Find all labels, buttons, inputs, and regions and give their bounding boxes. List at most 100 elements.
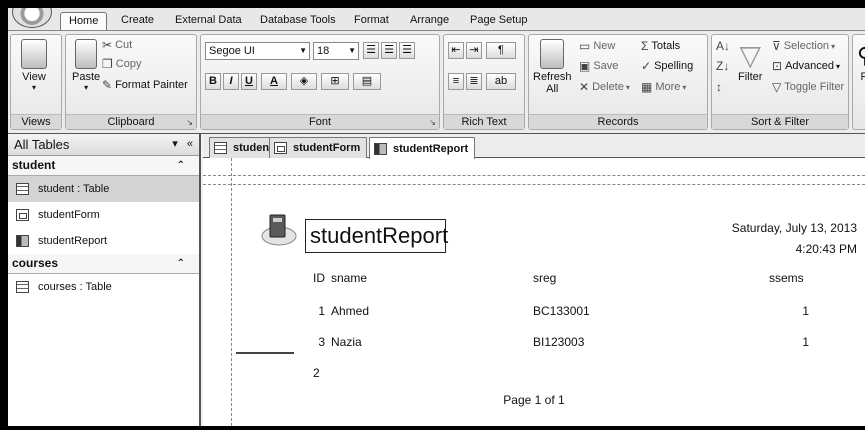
totals-button[interactable]: Σ Totals — [641, 39, 680, 53]
doc-tab-studentform[interactable]: studentForm — [269, 137, 368, 158]
rich-text-group: ⇤ ⇥ ¶ ≡ ≣ ab Rich Text — [443, 34, 525, 130]
sort-filter-group-label: Sort & Filter — [712, 114, 848, 129]
binoculars-icon: ⚲ — [857, 41, 865, 71]
nav-item-courses-table[interactable]: courses : Table — [8, 274, 199, 300]
bold-button[interactable]: B — [205, 73, 221, 90]
align-center-button[interactable]: ☰ — [381, 42, 397, 59]
spelling-check-icon: ✓ — [641, 59, 652, 73]
align-left-button[interactable]: ☰ — [363, 42, 379, 59]
form-icon — [274, 142, 287, 154]
ribbon-tab-bar: Home Create External Data Database Tools… — [8, 8, 865, 30]
bullets-button[interactable]: ≡ — [448, 73, 464, 90]
increase-indent-button[interactable]: ⇥ — [466, 42, 482, 59]
chevron-down-icon: ▼ — [348, 46, 356, 55]
toggle-filter-button[interactable]: ▽ Toggle Filter — [772, 80, 844, 94]
nav-item-student-report[interactable]: studentReport — [8, 228, 199, 254]
copy-icon: ❐ — [102, 57, 113, 71]
gridlines-button[interactable]: ⊞ — [321, 73, 349, 90]
nav-pane-controls[interactable]: ▾ « — [172, 134, 193, 155]
sort-ascending-icon: A↓ — [716, 39, 731, 53]
numbering-button[interactable]: ≣ — [466, 73, 482, 90]
align-left-icon: ☰ — [366, 44, 376, 56]
refresh-all-button[interactable]: Refresh All — [533, 39, 572, 95]
doc-tab-label: studentForm — [293, 142, 361, 154]
cut-button[interactable]: ✂ Cut — [102, 38, 132, 52]
advanced-filter-icon: ⊡ — [772, 59, 783, 73]
report-time: 4:20:43 PM — [795, 242, 857, 256]
report-icon — [16, 235, 29, 247]
filter-label: Filter — [738, 71, 763, 83]
refresh-label: Refresh — [533, 71, 572, 83]
form-icon — [16, 209, 29, 221]
sort-ascending-button[interactable]: A↓ — [716, 39, 733, 53]
format-painter-label: Format Painter — [115, 79, 188, 91]
highlight-button[interactable]: ab — [486, 73, 516, 90]
font-size-value: 18 — [317, 45, 330, 57]
tab-external-data[interactable]: External Data — [175, 12, 242, 30]
tab-format[interactable]: Format — [354, 12, 389, 30]
format-painter-button[interactable]: ✎ Format Painter — [102, 78, 188, 92]
filter-button[interactable]: ▽ Filter — [738, 41, 763, 84]
nav-item-label: courses : Table — [38, 281, 112, 293]
more-button[interactable]: ▦ More ▾ — [641, 80, 686, 94]
table-icon — [214, 142, 227, 154]
cell-sname: Ahmed — [331, 304, 370, 318]
dialog-launcher-icon[interactable]: ↘ — [186, 118, 193, 127]
spelling-button[interactable]: ✓ Spelling — [641, 59, 693, 73]
cut-label: Cut — [115, 39, 133, 51]
italic-button[interactable]: I — [223, 73, 239, 90]
office-button[interactable] — [12, 8, 52, 28]
find-button[interactable]: ⚲ Fi — [857, 41, 865, 83]
cell-sreg: BC133001 — [533, 304, 590, 318]
sort-descending-icon: Z↓ — [716, 59, 730, 73]
report-icon — [374, 142, 387, 155]
bullet-list-icon: ≡ — [452, 75, 460, 87]
nav-group-courses[interactable]: courses ⌃ — [8, 254, 199, 274]
new-record-button[interactable]: ▭ New — [579, 39, 615, 53]
decrease-indent-button[interactable]: ⇤ — [448, 42, 464, 59]
totals-label: Totals — [651, 40, 681, 52]
clear-sort-button[interactable]: ↕ — [716, 80, 725, 94]
cell-sname: Nazia — [331, 335, 362, 349]
column-header-sreg: sreg — [533, 271, 557, 285]
nav-item-student-form[interactable]: studentForm — [8, 202, 199, 228]
tab-page-setup[interactable]: Page Setup — [470, 12, 528, 30]
clipboard-group-label: Clipboard — [66, 114, 196, 129]
nav-group-student[interactable]: student ⌃ — [8, 156, 199, 176]
dialog-launcher-icon[interactable]: ↘ — [429, 118, 436, 127]
paste-button[interactable]: Paste ▾ — [72, 39, 100, 92]
alt-fill-button[interactable]: ▤ — [353, 73, 381, 90]
numbered-list-icon: ≣ — [469, 75, 479, 87]
tab-create[interactable]: Create — [121, 12, 154, 30]
document-tab-bar: student studentForm studentReport — [203, 134, 865, 159]
alt-fill-icon: ▤ — [361, 75, 373, 87]
access-window: Home Create External Data Database Tools… — [8, 8, 865, 426]
fill-color-button[interactable]: ◈ — [291, 73, 317, 90]
font-color-button[interactable]: A — [261, 73, 287, 90]
doc-tab-studentreport[interactable]: studentReport — [369, 137, 476, 159]
report-total-divider — [236, 352, 294, 354]
report-title[interactable]: studentReport — [305, 219, 448, 253]
nav-pane-header[interactable]: All Tables ▾ « — [8, 134, 199, 156]
underline-button[interactable]: U — [241, 73, 257, 90]
doc-tab-label: student — [233, 142, 273, 154]
clipboard-group: Paste ▾ ✂ Cut ❐ Copy ✎ Format Painter Clipb… — [65, 34, 197, 130]
selection-button[interactable]: ⊽ Selection ▾ — [772, 39, 835, 53]
sort-descending-button[interactable]: Z↓ — [716, 59, 732, 73]
copy-button[interactable]: ❐ Copy — [102, 57, 141, 71]
advanced-filter-button[interactable]: ⊡ Advanced ▾ — [772, 59, 840, 73]
save-record-button[interactable]: ▣ Save — [579, 59, 618, 73]
view-button[interactable]: View ▾ — [21, 39, 47, 92]
tab-home[interactable]: Home — [60, 12, 108, 30]
nav-item-student-table[interactable]: student : Table — [8, 176, 199, 202]
tab-arrange[interactable]: Arrange — [410, 12, 449, 30]
shutter-close-icon: « — [186, 138, 193, 150]
nav-item-label: studentForm — [38, 209, 100, 221]
align-right-button[interactable]: ☰ — [399, 42, 415, 59]
collapse-icon: ⌃ — [176, 258, 185, 269]
font-size-select[interactable]: 18 ▼ — [313, 42, 359, 60]
delete-record-button[interactable]: ✕ Delete ▾ — [579, 80, 630, 94]
font-family-select[interactable]: Segoe UI ▼ — [205, 42, 310, 60]
paragraph-direction-button[interactable]: ¶ — [486, 42, 516, 59]
tab-database-tools[interactable]: Database Tools — [260, 12, 336, 30]
